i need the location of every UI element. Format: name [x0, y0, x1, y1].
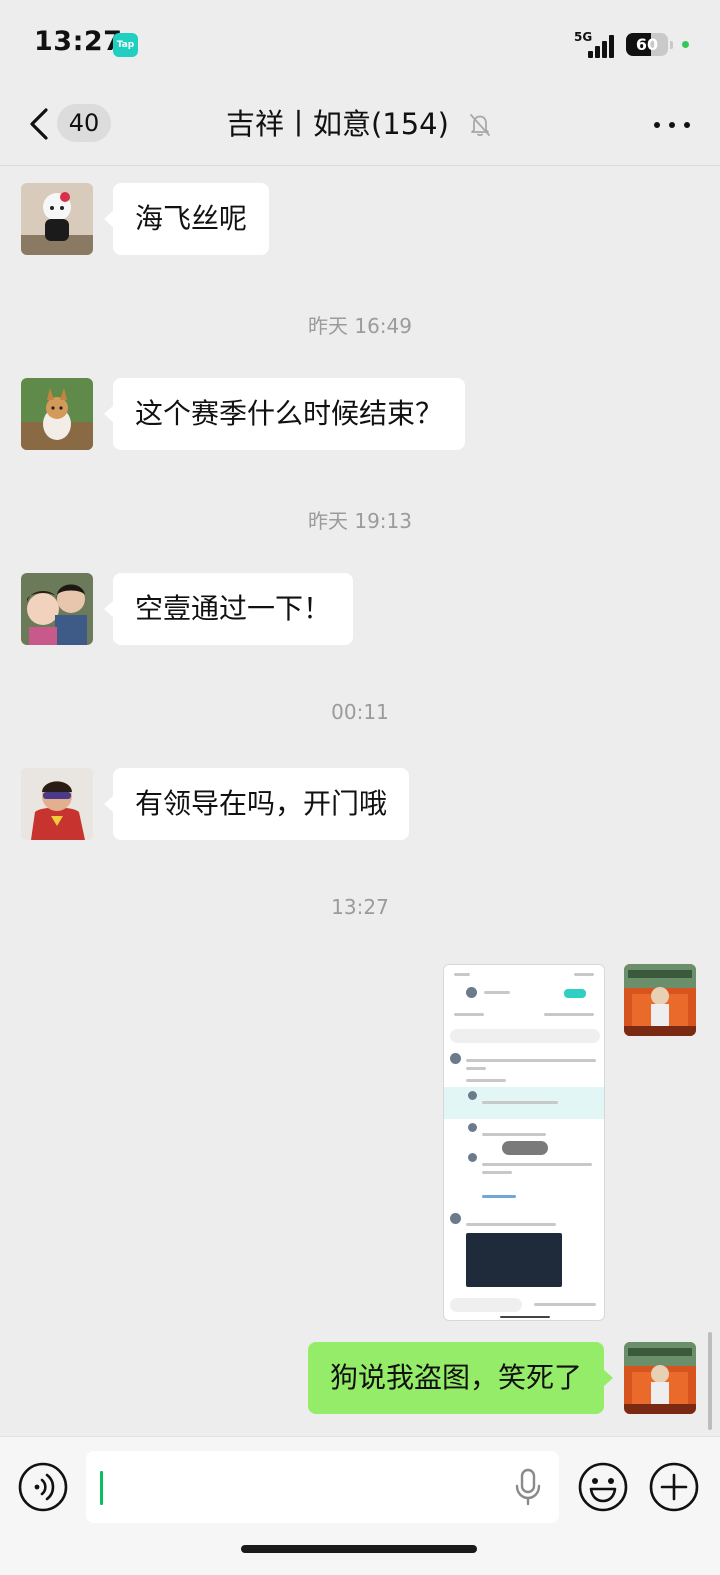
status-bar: 13:27 Tap 5G 60 [0, 0, 720, 90]
my-avatar[interactable] [624, 964, 696, 1036]
avatar-image [21, 768, 93, 840]
message-bubble-incoming[interactable]: 这个赛季什么时候结束？ [103, 378, 466, 450]
message-bubble-incoming[interactable]: 空壹通过一下！ [103, 573, 354, 645]
input-bar [0, 1436, 720, 1575]
message-input[interactable] [86, 1451, 559, 1523]
voice-button[interactable] [17, 1461, 69, 1513]
avatar[interactable] [21, 183, 93, 255]
avatar[interactable] [21, 378, 93, 450]
avatar[interactable] [21, 768, 93, 840]
battery-icon: 60 [626, 33, 668, 56]
voice-icon [18, 1462, 68, 1512]
message-timestamp: 13:27 [331, 895, 389, 919]
status-time: 13:27 [34, 26, 123, 57]
my-avatar[interactable] [624, 1342, 696, 1414]
chat-header: 40 吉祥丨如意(154) [0, 90, 720, 166]
battery-level: 60 [635, 35, 659, 54]
message-timestamp: 00:11 [331, 700, 389, 724]
scrollbar[interactable] [708, 1332, 712, 1430]
more-button[interactable] [652, 110, 692, 138]
avatar-image [21, 378, 93, 450]
avatar-image [21, 183, 93, 255]
avatar-image [624, 964, 696, 1036]
plus-icon [649, 1462, 699, 1512]
text-caret [100, 1471, 103, 1505]
emoji-icon [578, 1462, 628, 1512]
chat-title-area[interactable]: 吉祥丨如意(154) [0, 104, 720, 144]
message-timestamp: 昨天 16:49 [308, 314, 412, 338]
avatar-image [624, 1342, 696, 1414]
avatar-image [21, 573, 93, 645]
tap-app-icon: Tap [113, 33, 138, 57]
shared-screenshot-image[interactable] [443, 964, 605, 1321]
home-indicator[interactable] [241, 1545, 477, 1553]
chat-title: 吉祥丨如意(154) [225, 107, 449, 141]
microphone-icon[interactable] [513, 1467, 543, 1507]
add-button[interactable] [648, 1461, 700, 1513]
signal-icon [588, 34, 616, 58]
bell-off-icon [470, 114, 490, 137]
message-bubble-incoming[interactable]: 有领导在吗，开门哦 [103, 768, 410, 840]
message-bubble-incoming[interactable]: 海飞丝呢 [103, 183, 270, 255]
status-dot [682, 41, 689, 48]
emoji-button[interactable] [577, 1461, 629, 1513]
avatar[interactable] [21, 573, 93, 645]
message-timestamp: 昨天 19:13 [308, 509, 412, 533]
message-bubble-outgoing[interactable]: 狗说我盗图，笑死了 [307, 1342, 614, 1414]
battery-tip [670, 41, 673, 49]
